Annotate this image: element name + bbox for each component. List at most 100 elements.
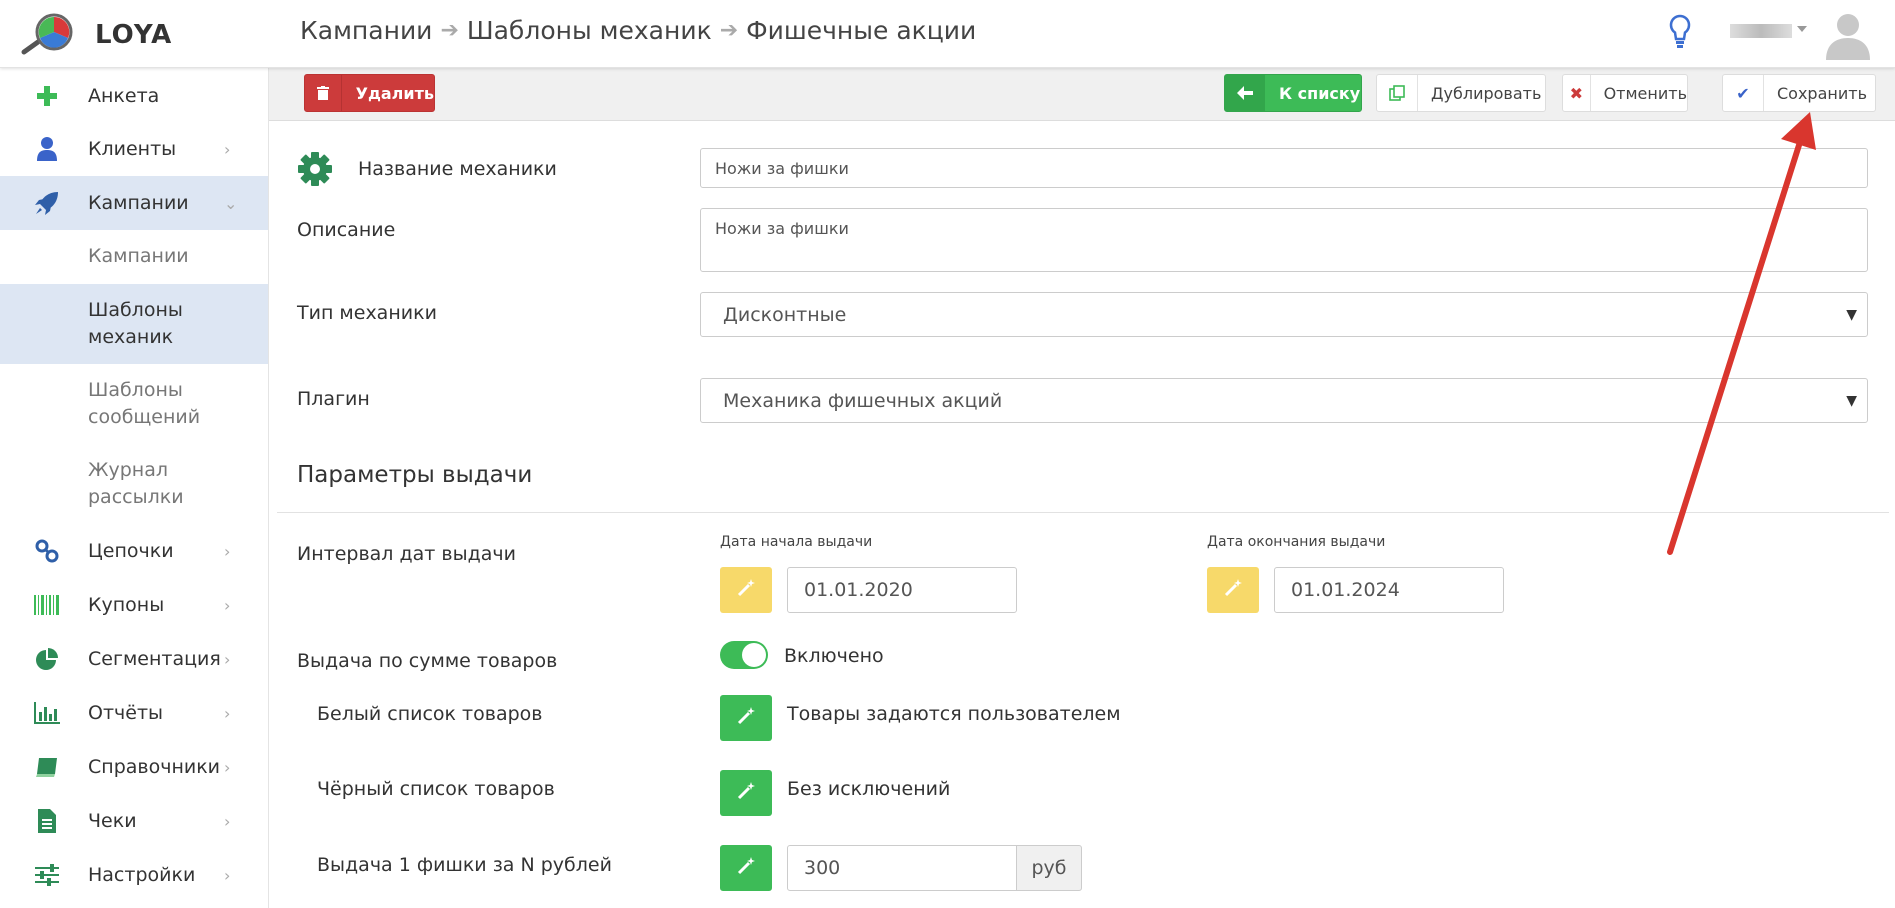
- arrow-right-icon: ➔: [719, 18, 739, 43]
- breadcrumb-item[interactable]: Шаблоны механик: [467, 16, 712, 45]
- description-textarea[interactable]: Ножи за фишки: [700, 208, 1868, 272]
- sidebar-item-reports[interactable]: Отчёты ›: [0, 686, 268, 740]
- save-button-label: Сохранить: [1777, 83, 1867, 103]
- link-icon: [32, 536, 62, 566]
- sidebar-item-coupons[interactable]: Купоны ›: [0, 578, 268, 632]
- start-date-label: Дата начала выдачи: [720, 534, 873, 550]
- chevron-down-icon: ⌄: [224, 193, 238, 213]
- magic-wand-button[interactable]: [720, 845, 772, 891]
- sidebar-item-label: Купоны: [88, 594, 165, 616]
- main-content: Удалить К списку Дублировать ✖ Отменить …: [269, 67, 1895, 908]
- sidebar-item-campaigns[interactable]: Кампании ⌄: [0, 176, 268, 230]
- delete-button[interactable]: Удалить: [304, 74, 435, 112]
- sidebar-item-label: Клиенты: [88, 138, 177, 160]
- mechanic-type-value: Дисконтные: [723, 303, 847, 326]
- magic-wand-icon: [736, 856, 756, 880]
- barcode-icon: [32, 590, 62, 620]
- chevron-right-icon: ›: [224, 595, 231, 615]
- sidebar-subitem-mechanic-templates[interactable]: Шаблоны механик: [0, 284, 268, 364]
- magic-wand-icon: [736, 706, 756, 730]
- book-icon: [32, 752, 62, 782]
- mechanic-name-label: Название механики: [358, 158, 557, 180]
- sidebar-item-profile[interactable]: Анкета: [0, 70, 268, 122]
- chip-per-rub-label: Выдача 1 фишки за N рублей: [317, 854, 612, 876]
- blacklist-value: Без исключений: [787, 778, 951, 800]
- user-icon: [32, 134, 62, 164]
- whitelist-value: Товары задаются пользователем: [787, 703, 1121, 725]
- sidebar-item-dictionaries[interactable]: Справочники ›: [0, 740, 268, 794]
- chevron-right-icon: ›: [224, 865, 231, 885]
- mechanic-type-label: Тип механики: [297, 302, 437, 324]
- chevron-right-icon: ›: [224, 649, 231, 669]
- mechanic-name-input[interactable]: Ножи за фишки: [700, 148, 1868, 188]
- sidebar-item-label: Цепочки: [88, 540, 174, 562]
- description-label: Описание: [297, 219, 396, 241]
- duplicate-button-label: Дублировать: [1431, 83, 1542, 103]
- plugin-value: Механика фишечных акций: [723, 389, 1003, 412]
- sidebar-item-label: Сегментация: [88, 648, 221, 670]
- divider: [277, 512, 1889, 513]
- rocket-icon: [32, 188, 62, 218]
- sidebar-item-label: Настройки: [88, 864, 196, 886]
- user-name[interactable]: [1730, 24, 1792, 38]
- lightbulb-icon[interactable]: [1668, 14, 1692, 50]
- sidebar-subitem-label: Кампании: [88, 245, 189, 267]
- sidebar-subitem-campaigns[interactable]: Кампании: [0, 230, 268, 284]
- chip-per-rub-input[interactable]: 300: [787, 845, 1017, 891]
- magic-wand-icon: [736, 781, 756, 805]
- sliders-icon: [32, 860, 62, 890]
- chevron-right-icon: ›: [224, 757, 231, 777]
- sidebar-item-segmentation[interactable]: Сегментация ›: [0, 632, 268, 686]
- save-button[interactable]: ✔ Сохранить: [1722, 74, 1876, 112]
- magic-wand-button[interactable]: [1207, 567, 1259, 613]
- top-bar: LOYA Кампании ➔ Шаблоны механик ➔ Фишечн…: [0, 0, 1895, 68]
- start-date-input[interactable]: 01.01.2020: [787, 567, 1017, 613]
- cancel-button-label: Отменить: [1603, 83, 1687, 103]
- duplicate-button[interactable]: Дублировать: [1376, 74, 1546, 112]
- sidebar-item-receipts[interactable]: Чеки ›: [0, 794, 268, 848]
- magic-wand-button[interactable]: [720, 695, 772, 741]
- plugin-select[interactable]: Механика фишечных акций ▼: [700, 378, 1868, 423]
- blacklist-label: Чёрный список товаров: [317, 778, 555, 800]
- sidebar-item-label: Анкета: [88, 85, 160, 107]
- pie-chart-icon: [32, 644, 62, 674]
- logo-text: LOYA: [95, 20, 173, 50]
- magic-wand-button[interactable]: [720, 770, 772, 816]
- sidebar-subitem-message-templates[interactable]: Шаблоны сообщений: [0, 364, 268, 444]
- issue-by-sum-status: Включено: [784, 645, 884, 667]
- arrow-left-icon: [1225, 75, 1265, 111]
- bar-chart-icon: [32, 698, 62, 728]
- chevron-right-icon: ›: [224, 703, 231, 723]
- sidebar-item-clients[interactable]: Клиенты ›: [0, 122, 268, 176]
- sidebar-subitem-mailing-log[interactable]: Журнал рассылки: [0, 444, 268, 524]
- caret-down-icon: ▼: [1846, 306, 1857, 323]
- sidebar-item-settings[interactable]: Настройки ›: [0, 848, 268, 902]
- end-date-label: Дата окончания выдачи: [1207, 534, 1386, 550]
- back-to-list-label: К списку: [1279, 83, 1361, 103]
- breadcrumb-item: Фишечные акции: [746, 16, 977, 45]
- mechanic-type-select[interactable]: Дисконтные ▼: [700, 292, 1868, 337]
- arrow-right-icon: ➔: [440, 18, 459, 43]
- sidebar-subitem-label: Журнал рассылки: [88, 459, 184, 508]
- trash-icon: [305, 75, 342, 111]
- chevron-right-icon: ›: [224, 139, 231, 159]
- logo-icon[interactable]: [20, 12, 76, 56]
- magic-wand-button[interactable]: [720, 567, 772, 613]
- cancel-button[interactable]: ✖ Отменить: [1562, 74, 1688, 112]
- chevron-down-icon[interactable]: [1797, 26, 1807, 32]
- close-icon: ✖: [1563, 75, 1591, 111]
- checkmark-icon: ✔: [1723, 75, 1764, 111]
- receipt-icon: [32, 806, 62, 836]
- breadcrumb-item[interactable]: Кампании: [300, 16, 432, 45]
- breadcrumb: Кампании ➔ Шаблоны механик ➔ Фишечные ак…: [300, 16, 976, 45]
- sidebar-item-chains[interactable]: Цепочки ›: [0, 524, 268, 578]
- currency-addon: руб: [1017, 845, 1082, 891]
- back-to-list-button[interactable]: К списку: [1224, 74, 1362, 112]
- magic-wand-icon: [736, 578, 756, 602]
- avatar[interactable]: [1822, 8, 1874, 60]
- magic-wand-icon: [1223, 578, 1243, 602]
- sidebar-item-label: Отчёты: [88, 702, 164, 724]
- sidebar-item-label: Справочники: [88, 756, 221, 778]
- end-date-input[interactable]: 01.01.2024: [1274, 567, 1504, 613]
- issue-by-sum-toggle[interactable]: [720, 641, 768, 669]
